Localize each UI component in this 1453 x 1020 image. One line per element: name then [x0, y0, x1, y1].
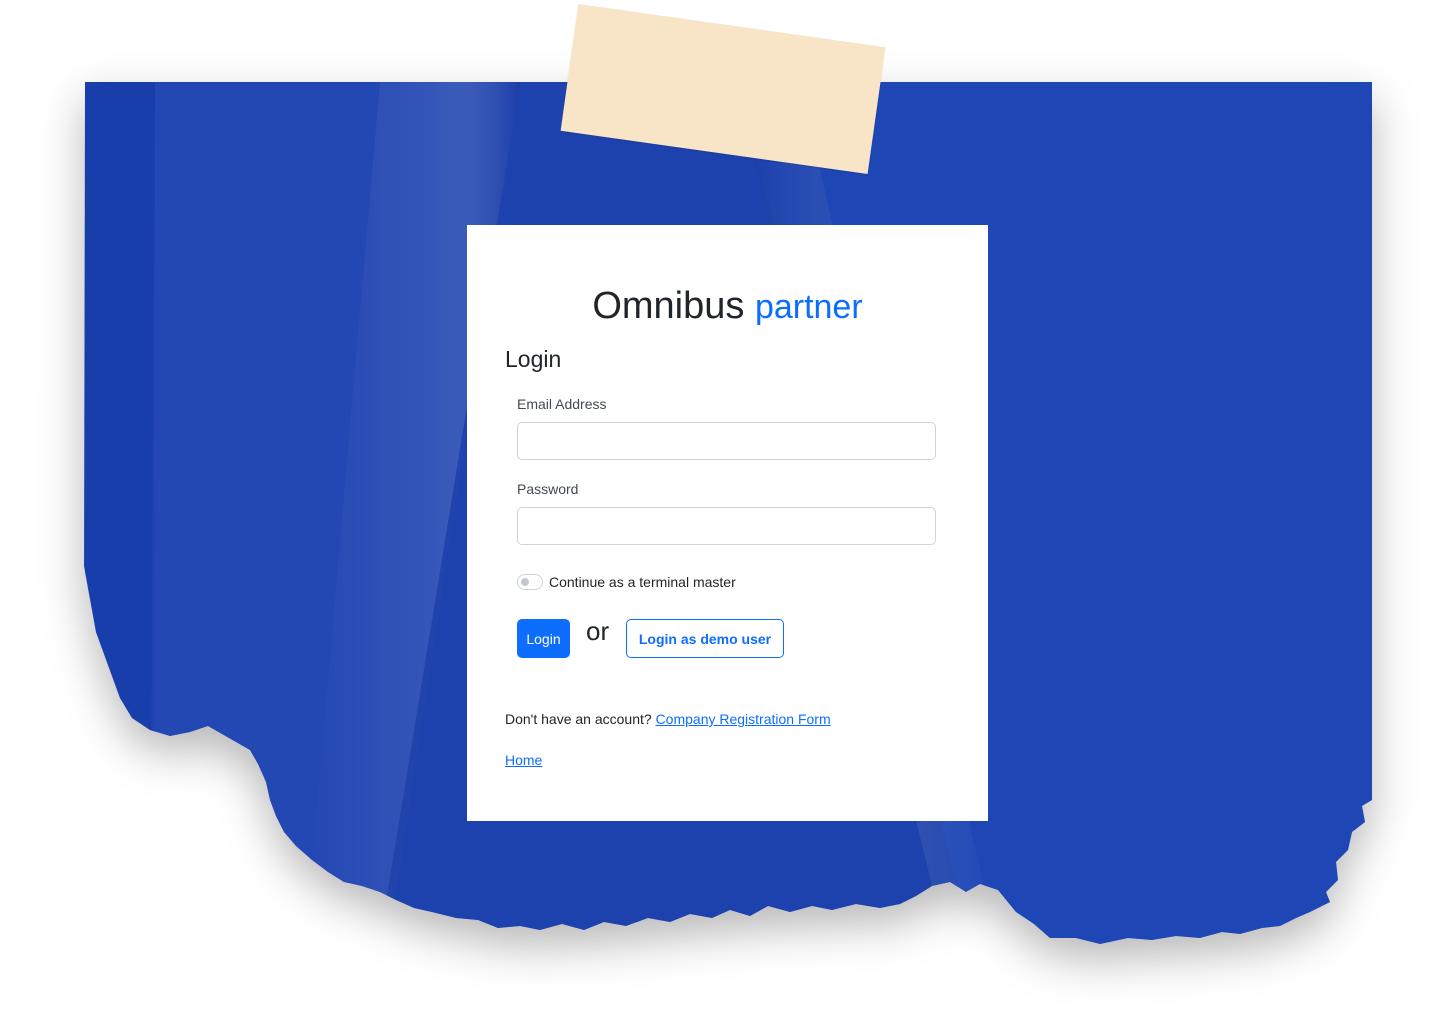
or-separator: or: [586, 616, 610, 646]
brand-name: Omnibus: [592, 285, 745, 327]
account-prompt-row: Don't have an account? Company Registrat…: [505, 711, 831, 727]
terminal-master-toggle-row: Continue as a terminal master: [517, 572, 736, 592]
home-link[interactable]: Home: [505, 752, 542, 768]
login-button[interactable]: Login: [517, 619, 570, 658]
account-prompt-text: Don't have an account?: [505, 711, 652, 727]
terminal-master-label[interactable]: Continue as a terminal master: [549, 574, 736, 590]
switch-knob: [521, 578, 529, 586]
email-label: Email Address: [517, 396, 607, 412]
terminal-master-switch[interactable]: [517, 574, 543, 590]
password-input[interactable]: [517, 507, 936, 545]
brand-title: Omnibus partner: [467, 285, 988, 328]
registration-link[interactable]: Company Registration Form: [656, 711, 831, 727]
password-label: Password: [517, 481, 579, 497]
login-heading: Login: [505, 346, 562, 372]
demo-login-button[interactable]: Login as demo user: [626, 619, 784, 658]
brand-accent: partner: [754, 288, 863, 326]
email-input[interactable]: [517, 422, 936, 460]
